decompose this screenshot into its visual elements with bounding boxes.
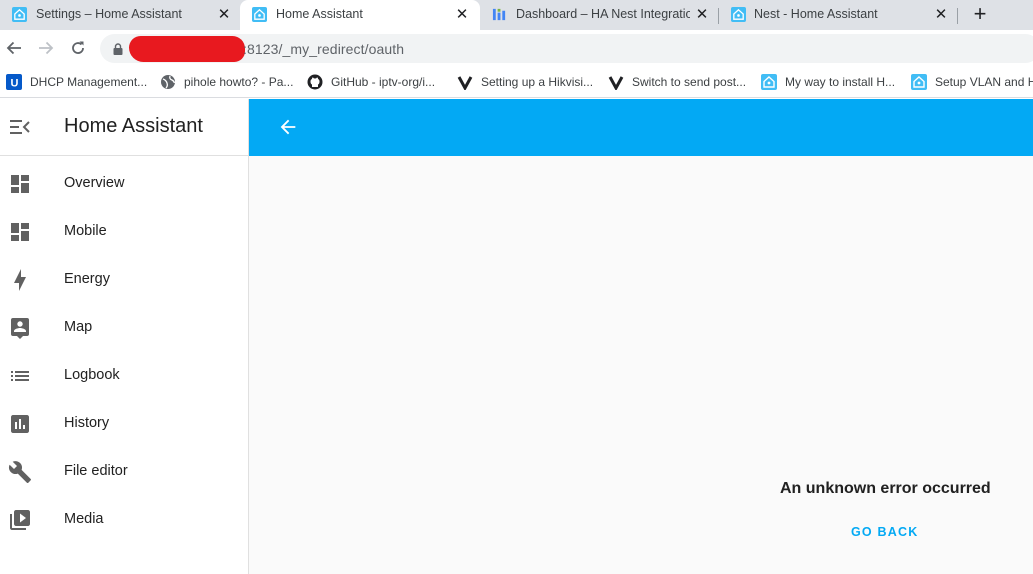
- tab-title: Dashboard – HA Nest Integration: [516, 7, 690, 21]
- bookmark-label: Setting up a Hikvisi...: [481, 75, 594, 89]
- dashboard-icon: [492, 8, 506, 21]
- tab-settings[interactable]: Settings – Home Assistant ✕: [0, 0, 240, 30]
- sidebar-item-label: History: [64, 415, 110, 431]
- v-icon: [608, 74, 624, 90]
- reload-icon: [72, 41, 84, 54]
- go-back-button[interactable]: GO BACK: [851, 525, 918, 539]
- lock-icon: [113, 43, 123, 55]
- sidebar-item-label: File editor: [64, 463, 128, 479]
- dashboard-icon: [11, 223, 29, 241]
- bookmark-label: Setup VLAN and H: [935, 75, 1033, 89]
- bookmark-label: Switch to send post...: [632, 75, 747, 89]
- tab-title: Settings – Home Assistant: [36, 7, 182, 21]
- tab-home-assistant[interactable]: Home Assistant ✕: [240, 0, 480, 30]
- address-bar[interactable]: :8123/_my_redirect/oauth: [100, 34, 1033, 63]
- sidebar-title: Home Assistant: [64, 115, 203, 137]
- sidebar-item-label: Energy: [64, 271, 110, 287]
- bookmark-pihole[interactable]: pihole howto? - Pa...: [160, 73, 293, 91]
- home-assistant-icon: [911, 74, 927, 90]
- back-button[interactable]: [4, 38, 24, 58]
- home-assistant-icon: [731, 7, 746, 22]
- url-text: :8123/_my_redirect/oauth: [243, 41, 405, 57]
- close-tab-icon[interactable]: ✕: [215, 5, 233, 23]
- bookmark-github[interactable]: GitHub - iptv-org/i...: [307, 73, 435, 91]
- menu-open-icon[interactable]: [9, 117, 31, 137]
- reload-button[interactable]: [68, 38, 88, 58]
- tab-title: Home Assistant: [276, 7, 363, 21]
- home-assistant-icon: [252, 7, 267, 22]
- sidebar-item-label: Logbook: [64, 367, 120, 383]
- bookmark-label: My way to install H...: [785, 75, 896, 89]
- bookmark-vlan[interactable]: Setup VLAN and H: [911, 73, 1033, 91]
- tab-strip: Settings – Home Assistant ✕ Home Assista…: [0, 0, 1033, 30]
- app-header: [249, 99, 1033, 156]
- browser-toolbar: :8123/_my_redirect/oauth: [0, 30, 1033, 67]
- tab-title: Nest - Home Assistant: [754, 7, 878, 21]
- wrench-icon: [8, 461, 31, 483]
- bookmark-install[interactable]: My way to install H...: [761, 73, 895, 91]
- bookmark-dhcp[interactable]: U DHCP Management...: [6, 73, 147, 91]
- close-tab-icon[interactable]: ✕: [932, 5, 950, 23]
- arrow-right-icon: [39, 41, 54, 55]
- sidebar-item-label: Media: [64, 511, 104, 527]
- sidebar-header: Home Assistant: [0, 99, 248, 156]
- sidebar: Home Assistant Overview Mobile Energy Ma…: [0, 99, 249, 574]
- main-content: An unknown error occurred GO BACK: [249, 156, 1033, 574]
- sidebar-item-label: Mobile: [64, 223, 107, 239]
- sidebar-item-logbook[interactable]: Logbook: [0, 352, 248, 400]
- tab-nest[interactable]: Nest - Home Assistant ✕: [719, 0, 957, 30]
- tab-dashboard[interactable]: Dashboard – HA Nest Integration ✕: [480, 0, 717, 30]
- new-tab-button[interactable]: +: [968, 3, 992, 27]
- dashboard-icon: [11, 175, 29, 193]
- sidebar-item-label: Overview: [64, 175, 125, 191]
- sidebar-item-history[interactable]: History: [0, 400, 248, 448]
- redacted-hostname: [129, 36, 245, 62]
- github-icon: [307, 74, 323, 90]
- bookmark-switch[interactable]: Switch to send post...: [608, 73, 746, 91]
- home-assistant-icon: [12, 7, 27, 22]
- sidebar-item-file-editor[interactable]: File editor: [0, 448, 248, 496]
- sidebar-item-energy[interactable]: Energy: [0, 256, 248, 304]
- lightning-icon: [14, 269, 26, 291]
- sidebar-item-label: Map: [64, 319, 93, 335]
- sidebar-item-map[interactable]: Map: [0, 304, 248, 352]
- bookmark-label: DHCP Management...: [30, 75, 148, 89]
- chart-box-icon: [11, 415, 29, 433]
- home-assistant-icon: [761, 74, 777, 90]
- list-icon: [11, 371, 29, 381]
- forward-button[interactable]: [36, 38, 56, 58]
- bookmark-label: GitHub - iptv-org/i...: [331, 75, 436, 89]
- unifi-icon: U: [6, 74, 22, 90]
- close-tab-icon[interactable]: ✕: [693, 5, 711, 23]
- arrow-left-icon[interactable]: [277, 116, 299, 138]
- svg-text:U: U: [11, 78, 19, 90]
- bookmarks-bar: U DHCP Management... pihole howto? - Pa.…: [0, 67, 1033, 98]
- tab-separator: [957, 8, 958, 24]
- error-message: An unknown error occurred: [780, 480, 991, 497]
- globe-icon: [160, 74, 176, 90]
- sidebar-item-media[interactable]: Media: [0, 496, 248, 544]
- bookmark-label: pihole howto? - Pa...: [184, 75, 294, 89]
- map-account-icon: [11, 318, 29, 339]
- sidebar-item-overview[interactable]: Overview: [0, 160, 248, 208]
- sidebar-item-mobile[interactable]: Mobile: [0, 208, 248, 256]
- v-icon: [457, 74, 473, 90]
- bookmark-hikvision[interactable]: Setting up a Hikvisi...: [457, 73, 593, 91]
- close-tab-icon[interactable]: ✕: [453, 5, 471, 23]
- arrow-left-icon: [6, 41, 21, 55]
- play-box-icon: [10, 510, 30, 530]
